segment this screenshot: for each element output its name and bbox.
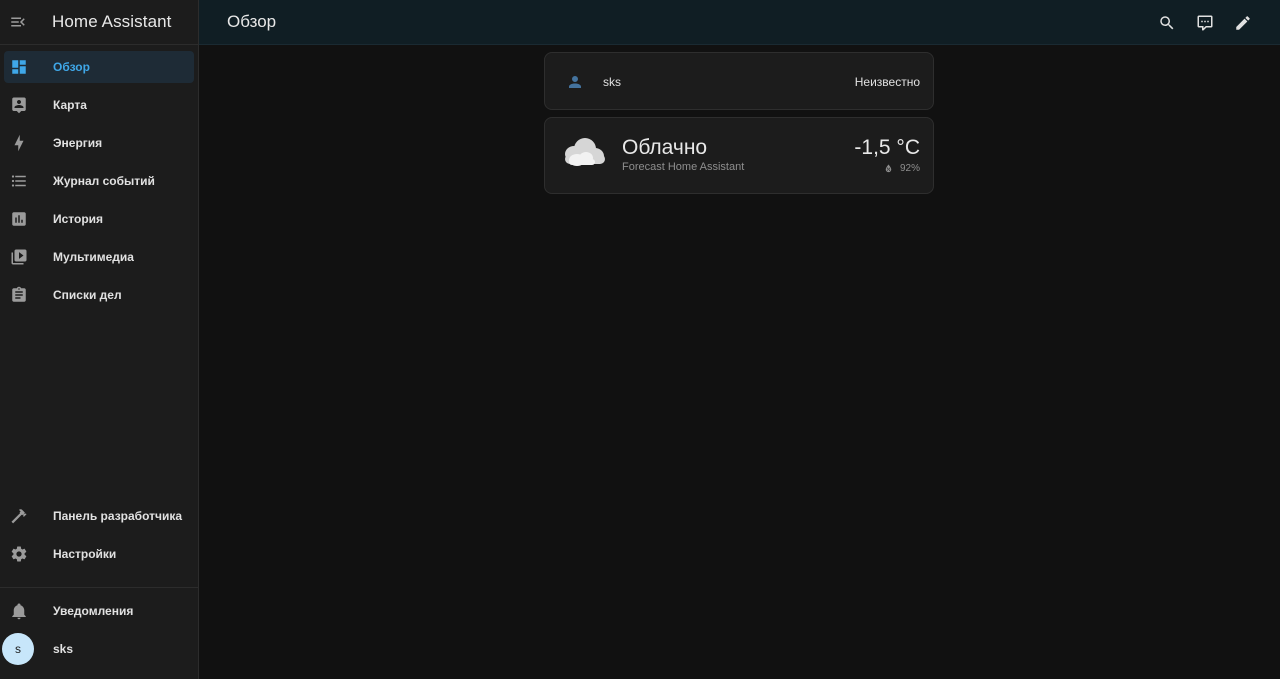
weather-condition: Облачно (622, 136, 708, 159)
cloudy-weather-icon (561, 134, 607, 175)
sidebar-item-label: Энергия (53, 136, 103, 150)
sidebar-item-label: Уведомления (53, 604, 134, 618)
weather-source: Forecast Home Assistant (622, 161, 745, 173)
sidebar: Home Assistant Обзор Карта Энергия Журна… (0, 0, 199, 679)
person-state: Неизвестно (854, 75, 920, 89)
sidebar-item-label: Настройки (53, 547, 117, 561)
sidebar-item-map[interactable]: Карта (4, 89, 194, 121)
sidebar-item-label: Мультимедиа (53, 250, 134, 264)
bell-icon (10, 602, 28, 620)
cog-icon (10, 545, 28, 563)
assist-button[interactable] (1186, 4, 1224, 42)
sidebar-item-notifications[interactable]: Уведомления (4, 595, 195, 627)
sidebar-item-settings[interactable]: Настройки (4, 538, 195, 570)
search-icon (1160, 15, 1174, 29)
person-name: sks (603, 75, 621, 89)
sidebar-item-label: История (53, 212, 104, 226)
assist-icon (1197, 15, 1213, 30)
chart-box-icon (10, 210, 28, 228)
sidebar-bottom-user: Уведомления s sks (0, 595, 199, 671)
toolbar-actions (1148, 0, 1262, 45)
dashboard-icon (10, 58, 28, 76)
pencil-icon (1236, 15, 1250, 30)
sidebar-item-label: sks (53, 642, 74, 656)
weather-humidity: 92% (883, 163, 920, 174)
avatar: s (2, 633, 34, 665)
sidebar-item-overview[interactable]: Обзор (4, 51, 194, 83)
sidebar-nav: Обзор Карта Энергия Журнал событий Истор… (0, 45, 198, 311)
sidebar-item-media[interactable]: Мультимедиа (4, 241, 194, 273)
sidebar-item-developer-tools[interactable]: Панель разработчика (4, 500, 195, 532)
sidebar-item-todo[interactable]: Списки дел (4, 279, 194, 311)
page-title: Обзор (227, 12, 277, 31)
play-box-multiple-icon (10, 248, 28, 266)
menu-open-icon (11, 17, 25, 27)
sidebar-header: Home Assistant (0, 0, 198, 45)
sidebar-bottom-tools: Панель разработчика Настройки (0, 500, 199, 576)
sidebar-item-label: Панель разработчика (53, 509, 183, 523)
sidebar-item-label: Списки дел (53, 288, 122, 302)
weather-forecast-card[interactable]: Облачно Forecast Home Assistant -1,5 °C … (544, 117, 934, 194)
hammer-icon (10, 507, 28, 525)
edit-dashboard-button[interactable] (1224, 4, 1262, 42)
sidebar-item-label: Журнал событий (53, 174, 155, 188)
sidebar-item-profile[interactable]: s sks (2, 633, 195, 665)
search-button[interactable] (1148, 4, 1186, 42)
top-bar: Обзор (199, 0, 1280, 45)
app: Home Assistant Обзор Карта Энергия Журна… (0, 0, 1280, 679)
clipboard-list-icon (10, 286, 28, 304)
sidebar-item-energy[interactable]: Энергия (4, 127, 194, 159)
app-title: Home Assistant (52, 12, 172, 31)
sidebar-item-label: Обзор (53, 60, 90, 74)
humidity-value: 92% (899, 163, 920, 174)
weather-temperature: -1,5 °C (854, 136, 920, 159)
person-entity-card[interactable]: sks Неизвестно (544, 52, 934, 110)
sidebar-divider (0, 587, 198, 588)
sidebar-item-history[interactable]: История (4, 203, 194, 235)
lightning-bolt-icon (10, 134, 28, 152)
sidebar-item-label: Карта (53, 98, 87, 112)
map-account-icon (10, 96, 28, 114)
account-icon (566, 73, 584, 96)
format-list-bulleted-icon (10, 172, 28, 190)
water-percent-icon (883, 163, 894, 174)
menu-toggle-button[interactable] (0, 0, 36, 45)
sidebar-item-logbook[interactable]: Журнал событий (4, 165, 194, 197)
